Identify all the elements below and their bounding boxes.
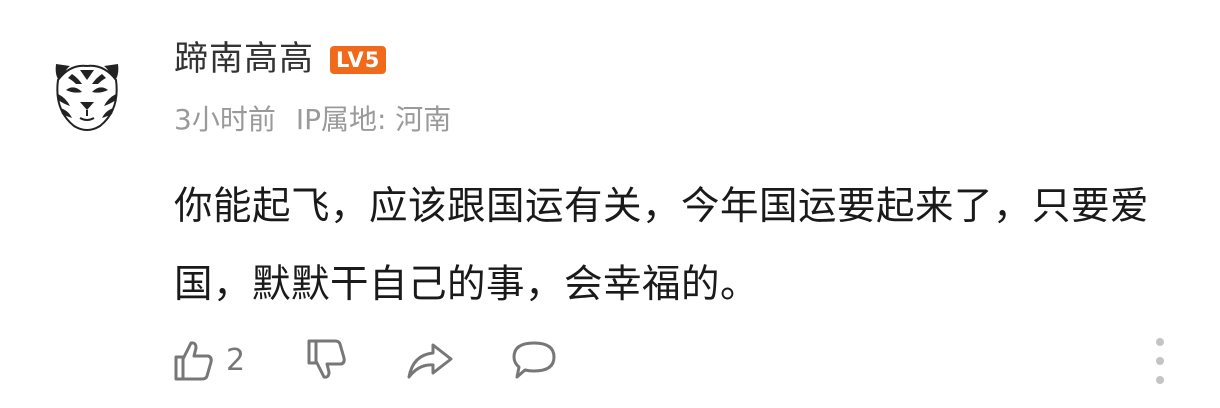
comment-meta: 3小时前 IP属地: 河南 bbox=[174, 96, 451, 140]
tiger-face-icon bbox=[45, 51, 129, 135]
share-arrow-icon bbox=[407, 343, 453, 379]
reply-button[interactable] bbox=[509, 337, 559, 383]
avatar[interactable] bbox=[44, 50, 130, 136]
thumbs-down-icon bbox=[307, 339, 346, 379]
username-row: 蹄南高高 LV5 bbox=[174, 36, 387, 82]
username[interactable]: 蹄南高高 bbox=[174, 36, 314, 82]
more-vertical-icon bbox=[1156, 338, 1164, 346]
comment-actions: 2 bbox=[170, 330, 559, 390]
dislike-button[interactable] bbox=[303, 337, 349, 383]
like-button[interactable]: 2 bbox=[170, 337, 245, 383]
ip-location: IP属地: 河南 bbox=[295, 103, 452, 136]
more-vertical-icon-dot bbox=[1156, 376, 1164, 384]
comment-text: 你能起飞，应该跟国运有关，今年国运要起来了，只要爱国，默默干自己的事，会幸福的。 bbox=[174, 184, 1150, 307]
share-button[interactable] bbox=[405, 337, 455, 383]
more-options-button[interactable] bbox=[1146, 338, 1174, 384]
comment-time: 3小时前 bbox=[174, 103, 276, 136]
thumbs-up-icon bbox=[174, 341, 213, 381]
more-vertical-icon-dot bbox=[1156, 357, 1164, 365]
level-badge: LV5 bbox=[330, 46, 387, 74]
comment-card: 蹄南高高 LV5 3小时前 IP属地: 河南 你能起飞，应该跟国运有关，今年国运… bbox=[0, 0, 1220, 408]
like-count: 2 bbox=[226, 342, 246, 378]
comment-bubble-icon bbox=[512, 341, 556, 379]
